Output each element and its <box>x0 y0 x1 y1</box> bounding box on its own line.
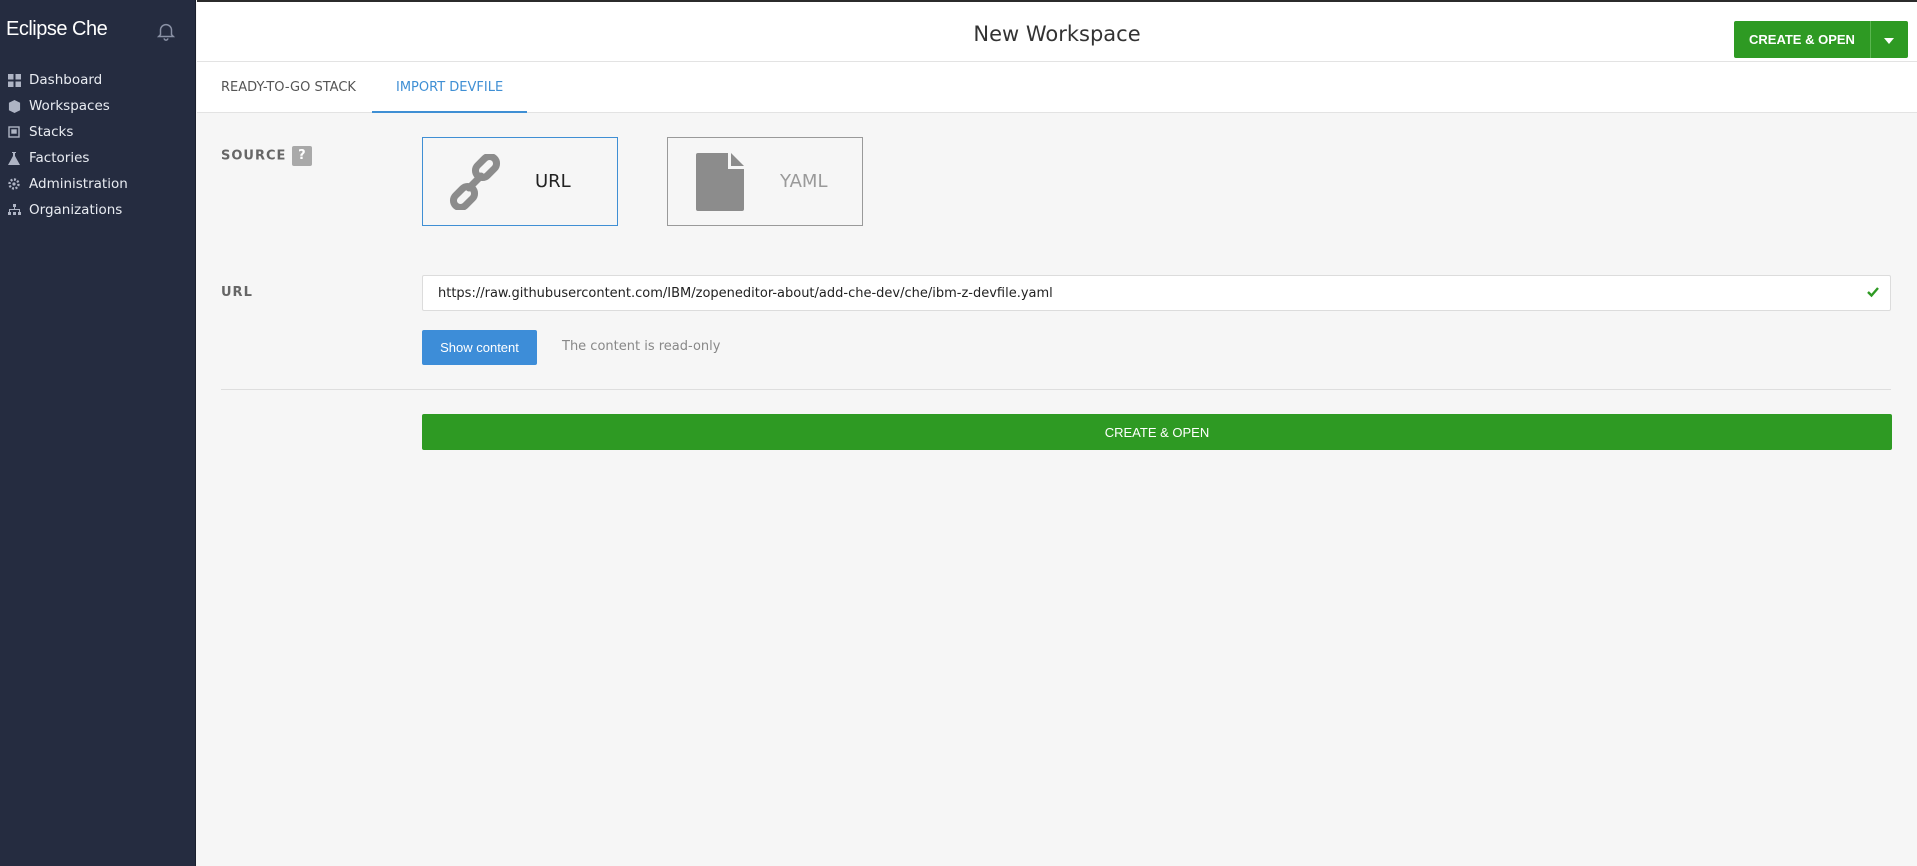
caret-down-icon <box>1884 32 1895 47</box>
sidebar-nav: Dashboard Workspaces Stacks Factories Ad… <box>0 67 196 223</box>
valid-check-icon <box>1866 284 1882 300</box>
source-option-label: URL <box>535 171 571 192</box>
workspaces-cube-icon <box>7 99 21 113</box>
notifications-bell-icon[interactable] <box>155 20 177 42</box>
brand-logo[interactable]: Eclipse Che <box>6 18 108 41</box>
sidebar-item-label: Organizations <box>29 202 123 218</box>
create-open-button[interactable]: CREATE & OPEN <box>1734 21 1870 58</box>
page-title: New Workspace <box>973 22 1141 46</box>
sidebar-item-label: Dashboard <box>29 72 103 88</box>
source-label-row: SOURCE? <box>221 146 313 166</box>
stacks-box-icon <box>7 125 21 139</box>
sidebar-item-label: Administration <box>29 176 128 192</box>
url-label: URL <box>221 285 253 300</box>
main-content: New Workspace CREATE & OPEN READY-TO-GO … <box>197 0 1917 866</box>
create-options-dropdown[interactable] <box>1869 21 1908 58</box>
sidebar-item-label: Stacks <box>29 124 74 140</box>
sidebar-item-factories[interactable]: Factories <box>0 145 196 171</box>
link-chain-icon <box>445 152 505 212</box>
tab-bar: READY-TO-GO STACK IMPORT DEVFILE <box>197 62 1917 113</box>
sidebar-item-label: Factories <box>29 150 90 166</box>
tab-import-devfile[interactable]: IMPORT DEVFILE <box>372 62 528 113</box>
tab-ready-to-go-stack[interactable]: READY-TO-GO STACK <box>197 62 380 113</box>
sidebar-item-label: Workspaces <box>29 98 110 114</box>
source-label: SOURCE <box>221 148 287 164</box>
show-content-button[interactable]: Show content <box>422 330 537 365</box>
source-option-url[interactable]: URL <box>422 137 618 226</box>
top-bar: New Workspace CREATE & OPEN <box>197 0 1917 62</box>
factories-flask-icon <box>7 151 21 165</box>
section-divider <box>221 389 1891 390</box>
read-only-note: The content is read-only <box>562 339 721 354</box>
devfile-url-input[interactable] <box>422 275 1891 311</box>
sidebar-item-dashboard[interactable]: Dashboard <box>0 67 196 93</box>
source-option-yaml[interactable]: YAML <box>667 137 863 226</box>
dashboard-grid-icon <box>7 73 21 87</box>
sidebar-item-organizations[interactable]: Organizations <box>0 197 196 223</box>
organizations-sitemap-icon <box>7 203 21 217</box>
file-icon <box>690 152 750 212</box>
sidebar: Eclipse Che Dashboard Workspaces Stacks <box>0 0 196 866</box>
administration-gear-icon <box>7 177 21 191</box>
source-option-label: YAML <box>780 171 828 192</box>
create-open-split-button: CREATE & OPEN <box>1734 21 1908 58</box>
create-open-footer-button[interactable]: CREATE & OPEN <box>422 414 1892 450</box>
source-help-icon[interactable]: ? <box>292 146 313 166</box>
sidebar-item-stacks[interactable]: Stacks <box>0 119 196 145</box>
sidebar-item-workspaces[interactable]: Workspaces <box>0 93 196 119</box>
sidebar-item-administration[interactable]: Administration <box>0 171 196 197</box>
